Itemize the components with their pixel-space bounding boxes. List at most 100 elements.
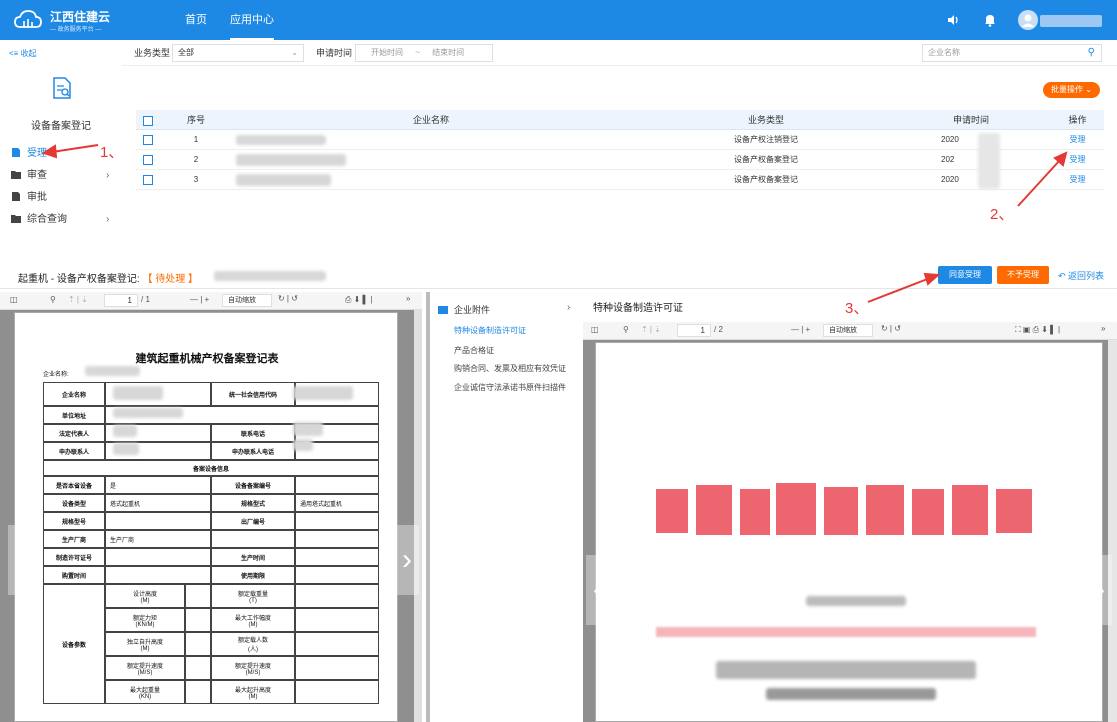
form-company-label: 企业名称: (43, 372, 69, 378)
redacted (113, 425, 137, 437)
form-value (295, 680, 379, 704)
form-value (185, 632, 211, 656)
form-section-header: 备案设备信息 (43, 460, 379, 476)
user-avatar-icon[interactable] (1018, 10, 1038, 30)
folder-icon (11, 215, 21, 223)
param-label: 最大工作幅度 (234, 615, 271, 622)
module-title: 设备备案登记 (31, 121, 91, 132)
zoom-select[interactable]: 自动缩放 (823, 324, 873, 337)
row-checkbox[interactable] (143, 154, 153, 165)
redacted (85, 366, 140, 376)
company-name-redacted (236, 135, 326, 145)
accept-link[interactable]: 受理 (1051, 130, 1104, 150)
zoom-out-in-icons[interactable]: — | + (791, 325, 810, 334)
next-page-arrow[interactable]: › (395, 525, 419, 595)
prev-page-arrow[interactable]: ‹ (8, 525, 38, 595)
sidebar-item-review[interactable]: 审查 › (0, 166, 122, 186)
redacted (293, 439, 313, 451)
select-all-checkbox[interactable] (143, 115, 153, 126)
form-cell: 申办联系人 (43, 442, 105, 460)
param-label: 额定载人数 (237, 638, 268, 644)
row-checkbox[interactable] (143, 174, 153, 185)
company-search-input[interactable]: 企业名称 ⚲ (922, 44, 1102, 62)
zoom-select[interactable]: 自动缩放 (222, 294, 272, 307)
search-icon[interactable]: ⚲ (623, 325, 629, 334)
splitter[interactable] (426, 292, 430, 722)
rotate-icons[interactable]: ↻ | ↺ (278, 294, 298, 303)
row-checkbox[interactable] (143, 134, 153, 145)
next-page-arrow[interactable]: › (1088, 555, 1112, 625)
accept-link[interactable]: 受理 (1051, 150, 1104, 170)
more-tools-icon[interactable]: » (406, 294, 410, 303)
top-navigation-bar: 江西住建云 — 政务服务平台 — 首页 应用中心 (0, 0, 1117, 40)
speaker-icon[interactable] (945, 12, 961, 28)
page-number-input[interactable]: 1 (677, 324, 711, 337)
chevron-right-icon: › (106, 214, 110, 225)
zoom-out-in-icons[interactable]: — | + (190, 295, 209, 304)
redacted (656, 627, 1036, 637)
notification-bell-icon[interactable] (982, 12, 998, 28)
nav-app-center[interactable]: 应用中心 (230, 0, 274, 40)
collapse-toggle[interactable]: <≡ 收起 (9, 48, 37, 59)
brand-name: 江西住建云 (50, 10, 111, 24)
prev-page-arrow[interactable]: ‹ (586, 555, 610, 625)
attachment-group[interactable]: 企业附件 (438, 303, 490, 316)
accept-link[interactable]: 受理 (1051, 170, 1104, 190)
date-range-input[interactable]: 开始时间 ~ 结束时间 (355, 44, 493, 62)
form-cell: 规格型号 (43, 512, 105, 530)
param-label: 额定载重量 (237, 591, 268, 598)
fullscreen-print-icons[interactable]: ⛶ ▣ ⎙ ⬇ ▌ | (1015, 325, 1060, 335)
attachment-item[interactable]: 企业诚信守法承诺书原件扫描件 (454, 382, 566, 393)
form-cell: 设备备案编号 (211, 476, 295, 494)
bulk-action-button[interactable]: 批量操作 ⌄ (1043, 82, 1100, 98)
param-name: 最大工作幅度 (M) (211, 608, 295, 632)
chevron-right-icon[interactable]: › (567, 302, 570, 313)
form-cell: 生产厂商 (43, 530, 105, 548)
sidebar-item-query[interactable]: 综合查询 › (0, 210, 122, 230)
search-icon[interactable]: ⚲ (1088, 45, 1095, 61)
redacted (113, 443, 139, 455)
param-name: 额定载重量 (T) (211, 584, 295, 608)
form-value (185, 608, 211, 632)
approve-accept-button[interactable]: 同意受理 (938, 266, 992, 284)
form-value (185, 584, 211, 608)
reject-button[interactable]: 不予受理 (997, 266, 1049, 284)
page-nav-icons[interactable]: ⇡ | ⇣ (641, 325, 661, 334)
nav-home[interactable]: 首页 (185, 0, 207, 40)
sidebar-item-approve[interactable]: 审批 (0, 188, 122, 208)
biz-type-select[interactable]: 全部 ⌄ (172, 44, 304, 62)
param-name: 最大起重量 (KN) (105, 680, 185, 704)
divider (0, 288, 1117, 289)
page-nav-icons[interactable]: ⇡ | ⇣ (68, 295, 88, 304)
form-cell: 企业名称 (43, 382, 105, 406)
param-unit: (M) (248, 621, 258, 628)
attachment-item[interactable]: 购销合同、发票及相应有效凭证 (454, 363, 566, 374)
more-tools-icon[interactable]: » (1101, 324, 1105, 333)
sidebar-toggle-icon[interactable]: ◫ (10, 295, 18, 304)
page-number-input[interactable]: 1 (104, 294, 138, 307)
form-table: 企业名称 统一社会信用代码 单位地址 法定代表人 联系电话 申办联系人 申办联系人电话 备案设… (43, 382, 379, 722)
param-name: 独立自升高度 (M) (105, 632, 185, 656)
scrollbar[interactable] (1108, 340, 1117, 722)
param-unit: (M) (140, 597, 150, 604)
form-cell: 单位地址 (43, 406, 105, 424)
form-value: 塔式起重机 (105, 494, 211, 512)
chevron-down-icon: ⌄ (291, 48, 298, 57)
attachment-item[interactable]: 产品合格证 (454, 345, 494, 356)
brand-subtitle: — 政务服务平台 — (50, 27, 102, 33)
search-icon[interactable]: ⚲ (50, 295, 56, 304)
redacted (293, 422, 323, 436)
form-value (295, 608, 379, 632)
sidebar-toggle-icon[interactable]: ◫ (591, 325, 599, 334)
print-download-icons[interactable]: ⎙ ⬇ ▌ | (345, 295, 373, 305)
apply-time-label: 申请时间 (316, 48, 353, 58)
user-name-redacted[interactable] (1040, 15, 1102, 27)
back-to-list-link[interactable]: ↶ 返回列表 (1058, 269, 1104, 282)
form-value (105, 512, 211, 530)
attachment-item[interactable]: 特种设备制造许可证 (454, 325, 526, 336)
rotate-icons[interactable]: ↻ | ↺ (881, 324, 901, 333)
form-value: 是 (105, 476, 211, 494)
annotation-label: 2、 (990, 206, 1014, 223)
cloud-logo-icon (14, 10, 42, 28)
scrollbar[interactable] (414, 310, 422, 722)
